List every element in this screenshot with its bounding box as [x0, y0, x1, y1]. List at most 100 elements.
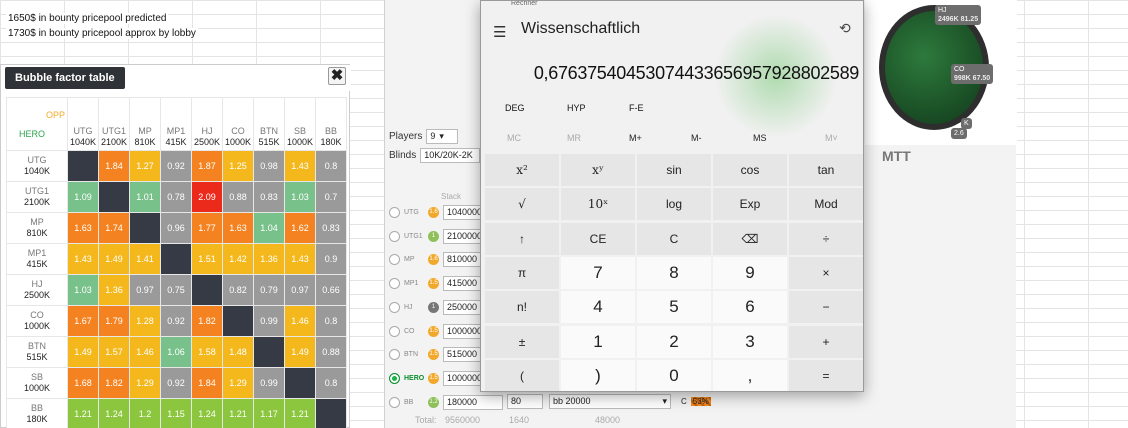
m-plus-button[interactable]: M+ [629, 133, 642, 143]
hyp-button[interactable]: HYP [567, 103, 586, 113]
calc-key[interactable]: Mod [789, 188, 863, 221]
players-select[interactable]: 9 ▾ [426, 129, 459, 144]
bubble-cell: 1.24 [191, 398, 223, 428]
col-pos: MP [138, 126, 152, 136]
seat-radio[interactable] [389, 396, 400, 408]
close-icon[interactable]: ✖ [328, 67, 346, 85]
coin-icon: 1.5 [428, 325, 439, 337]
m-history-button[interactable]: M˅ [825, 133, 838, 143]
calc-key[interactable]: = [789, 359, 863, 391]
calc-titlebar: Rechner [481, 1, 863, 9]
history-icon[interactable]: ⟲ [839, 20, 851, 37]
col-stack: 1000K [286, 137, 314, 147]
calc-key[interactable]: C [637, 222, 711, 255]
deg-button[interactable]: DEG [505, 103, 525, 113]
mr-button[interactable]: MR [567, 133, 581, 143]
m-minus-button[interactable]: M- [691, 133, 702, 143]
bubble-cell: 1.68 [67, 367, 99, 399]
calc-key[interactable]: 8 [637, 256, 711, 289]
calc-key[interactable]: 4 [561, 291, 635, 324]
bubble-cell [160, 243, 192, 275]
calc-key[interactable]: xʸ [561, 154, 635, 186]
calc-key[interactable]: ↑ [485, 222, 559, 255]
row-stack: 2100K [23, 197, 51, 207]
row-pos: SB [30, 372, 43, 382]
calc-key[interactable]: , [713, 359, 787, 391]
blinds-select[interactable]: 10K/20K-2K [420, 148, 481, 163]
calc-key[interactable]: n! [485, 291, 559, 324]
calc-key[interactable]: + [789, 325, 863, 358]
bubble-cell: 1.21 [67, 398, 99, 428]
row-stack: 1040K [23, 166, 51, 176]
calc-key[interactable]: 5 [637, 291, 711, 324]
calc-key[interactable]: × [789, 256, 863, 289]
bubble-cell [222, 305, 254, 337]
calc-key[interactable]: 0 [637, 359, 711, 391]
bubble-cell [67, 150, 99, 182]
seat-radio[interactable] [389, 372, 400, 384]
seat-radio[interactable] [389, 278, 400, 290]
row-pos: MP [30, 217, 44, 227]
calc-key[interactable]: 7 [561, 256, 635, 289]
col-header-mp: MP 810K [129, 97, 161, 151]
row-pos: HJ [31, 279, 43, 289]
seat-radio[interactable] [389, 254, 400, 266]
calc-key[interactable]: 1 [561, 325, 635, 358]
seat-radio[interactable] [389, 349, 400, 361]
calc-key[interactable]: ) [561, 359, 635, 391]
calc-key[interactable]: √ [485, 188, 559, 221]
bb-select[interactable]: bb 20000 ▾ [549, 394, 671, 409]
calc-key[interactable]: log [637, 188, 711, 221]
seat-radio[interactable] [389, 230, 400, 242]
calc-key[interactable]: − [789, 291, 863, 324]
calc-key[interactable]: ⌫ [713, 222, 787, 255]
calc-key[interactable]: 10ˣ [561, 188, 635, 221]
calc-key[interactable]: tan [789, 154, 863, 186]
table-row: BTN 515K 1.49 1.57 1.46 1.06 1.58 1.48 1.49 0.88 [6, 336, 347, 368]
bubble-cell: 1.46 [284, 305, 316, 337]
bubble-cell: 0.8 [315, 305, 347, 337]
bubble-cell: 1.04 [253, 212, 285, 244]
calc-key[interactable]: 2 [637, 325, 711, 358]
calc-key[interactable]: 9 [713, 256, 787, 289]
bb-extra-field[interactable]: 80 [507, 394, 543, 409]
bubble-factor-title: Bubble factor table [5, 67, 125, 89]
calc-key[interactable]: ÷ [789, 222, 863, 255]
bubble-cell: 0.9 [315, 243, 347, 275]
mc-button[interactable]: MC [507, 133, 521, 143]
total-blinds: 48000 [595, 414, 621, 425]
stack-field[interactable]: 180000 [443, 394, 503, 410]
calc-key[interactable]: ± [485, 325, 559, 358]
menu-icon[interactable]: ☰ [493, 23, 506, 41]
seat-hj: HJ 2496K 81.25 [935, 5, 982, 25]
calc-key[interactable]: 3 [713, 325, 787, 358]
seat-radio[interactable] [389, 207, 400, 218]
calc-key[interactable]: ( [485, 359, 559, 391]
row-header-sb: SB 1000K [6, 367, 68, 399]
note-predicted: 1650$ in bounty pricepool predicted [6, 13, 169, 24]
col-header-co: CO 1000K [222, 97, 254, 151]
total-label: Total: [415, 414, 437, 425]
row-pos: BB [30, 403, 43, 413]
calc-key[interactable]: Exp [713, 188, 787, 221]
calc-key[interactable]: sin [637, 154, 711, 186]
calc-key[interactable]: 6 [713, 291, 787, 324]
col-stack: 810K [134, 137, 156, 147]
col-pos: MP1 [166, 126, 186, 136]
table-row: SB 1000K 1.68 1.82 1.29 0.92 1.84 1.29 0.99 0.8 [6, 367, 347, 399]
fe-button[interactable]: F-E [629, 103, 644, 113]
calc-key[interactable]: π [485, 256, 559, 289]
col-header-sb: SB 1000K [284, 97, 316, 151]
seat-radio[interactable] [389, 325, 400, 337]
row-stack: 180K [26, 414, 48, 424]
calc-key[interactable]: cos [713, 154, 787, 186]
col-stack: 1040K [69, 137, 97, 147]
calc-key[interactable]: x² [485, 154, 559, 186]
seat-radio[interactable] [389, 301, 400, 313]
ms-button[interactable]: MS [753, 133, 767, 143]
total-bounty: 1640 [509, 414, 530, 425]
row-header-bb: BB 180K [6, 398, 68, 428]
col-header-utg1: UTG1 2100K [98, 97, 130, 151]
calc-key[interactable]: CE [561, 222, 635, 255]
table-row: MP1 415K 1.43 1.49 1.41 1.51 1.42 1.36 1.43 0.9 [6, 243, 347, 275]
